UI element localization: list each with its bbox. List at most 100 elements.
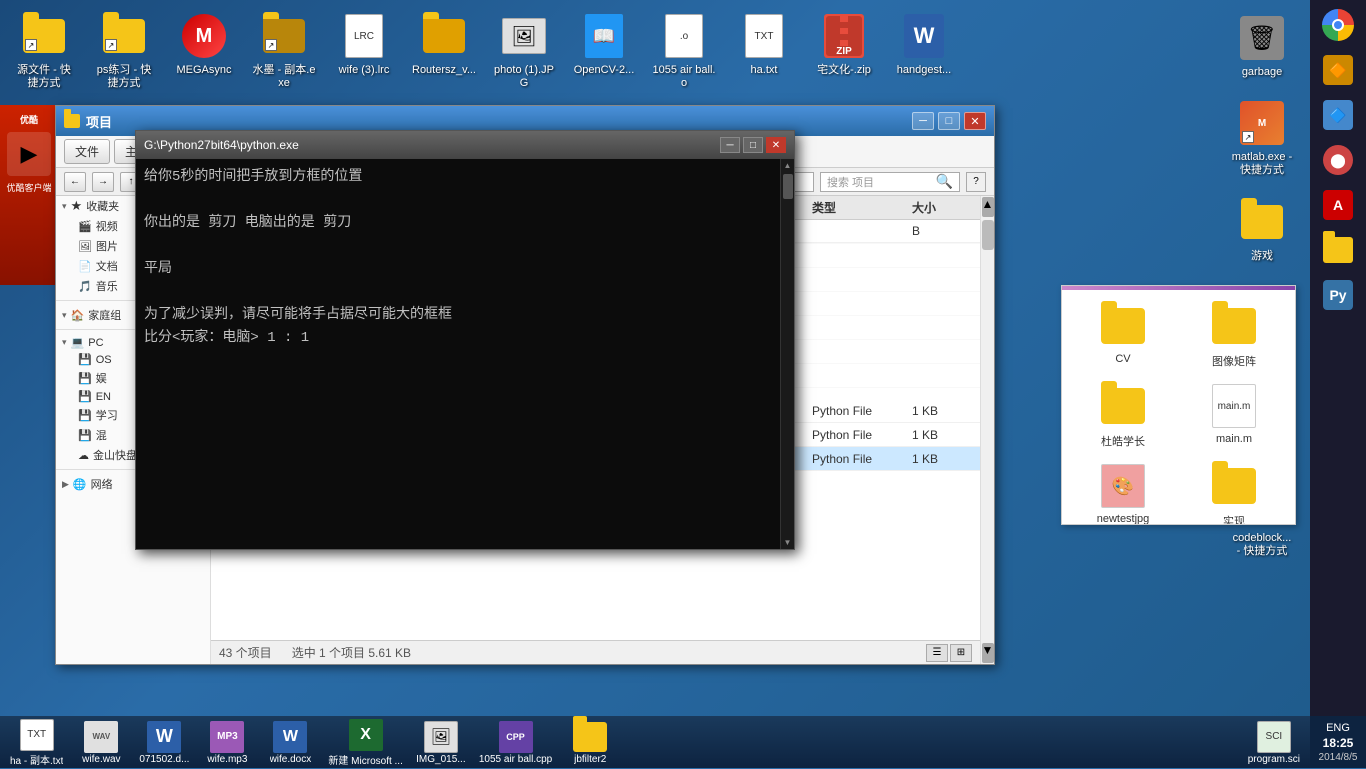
toolbar-file-btn[interactable]: 文件 (64, 139, 110, 164)
right-panel: CV 图像矩阵 杜皓学长 main.m main.m (1061, 285, 1296, 525)
window-controls: ─ □ ✕ (912, 112, 986, 130)
search-box[interactable]: 搜索 项目 🔍 (820, 172, 960, 192)
photo-icon: 🖼 (502, 18, 546, 54)
taskbar-item-program-sci[interactable]: SCI program.sci (1243, 718, 1305, 767)
side-icon-python[interactable]: Py (1318, 275, 1358, 315)
desktop-icon-matlab[interactable]: M ↗ matlab.exe - 快捷方式 (1226, 95, 1298, 181)
console-body: 给你5秒的时间把手放到方框的位置 你出的是 剪刀 电脑出的是 剪刀 平局 为了减… (136, 159, 780, 549)
desktop-icon-garbage[interactable]: 🗑 garbage (1226, 10, 1298, 83)
taskbar-item-jbfilter2[interactable]: jbfilter2 (560, 718, 620, 767)
pictures-icon: 🖼 (78, 240, 92, 253)
taskbar-item-wife-wav[interactable]: WAV wife.wav (71, 718, 131, 767)
tray-lang: ENG (1326, 722, 1350, 734)
minimize-button[interactable]: ─ (912, 112, 934, 130)
search-icon[interactable]: 🔍 (936, 173, 953, 190)
desktop-icon-handgest[interactable]: W handgest... (888, 8, 960, 81)
desktop-icon-home-culture[interactable]: ZIP 宅文化-.zip (808, 8, 880, 81)
side-icon-3[interactable]: 🔷 (1318, 95, 1358, 135)
side-icon-4[interactable]: ⬤ (1318, 140, 1358, 180)
col-size[interactable]: 大小 (912, 199, 972, 216)
desktop-icon-ha-txt[interactable]: TXT ha.txt (728, 8, 800, 81)
disk-icon-2: 💾 (78, 372, 92, 385)
desktop-icon-ps-practice[interactable]: ↗ ps练习 - 快 捷方式 (88, 8, 160, 94)
help-button[interactable]: ? (966, 172, 986, 192)
tray-time: 18:25 (1323, 736, 1354, 750)
routersz-folder-icon (423, 19, 465, 53)
favorites-label: 收藏夹 (86, 198, 119, 214)
panel-item-main-m[interactable]: main.m main.m (1181, 378, 1287, 453)
maximize-button[interactable]: □ (938, 112, 960, 130)
youku-client-label: 优酷客户端 (4, 179, 53, 196)
disk-icon-4: 💾 (78, 409, 92, 422)
scroll-down[interactable]: ▼ (781, 536, 794, 549)
expand-icon-2: ▾ (62, 310, 67, 321)
taskbar-item-wife-mp3[interactable]: MP3 wife.mp3 (197, 718, 257, 767)
taskbar-item-new-ms[interactable]: X 新建 Microsoft ... (323, 716, 407, 769)
scroll-up-arrow[interactable]: ▲ (982, 197, 994, 217)
panel-item-cv[interactable]: CV (1070, 298, 1176, 373)
taskbar-item-airball-cpp[interactable]: CPP 1055 air ball.cpp (474, 718, 557, 767)
console-line-5: 平局 (144, 259, 772, 280)
lrc-file-icon: LRC (345, 14, 383, 58)
taskbar-item-071502[interactable]: W 071502.d... (134, 718, 194, 767)
console-line-4 (144, 236, 772, 257)
desktop-icon-routersz[interactable]: Routersz_v... (408, 8, 480, 81)
obj-file-icon: .o (665, 14, 703, 58)
file-size-sobel: 1 KB (912, 428, 972, 442)
console-minimize-btn[interactable]: ─ (720, 137, 740, 153)
disk-icon-3: 💾 (78, 390, 92, 403)
homegroup-label: 家庭组 (88, 307, 121, 323)
forward-button[interactable]: → (92, 172, 114, 192)
file-type-merge: Python File (812, 452, 912, 466)
pc-label: PC (88, 337, 103, 349)
panel-item-shixian[interactable]: 实现 (1181, 458, 1287, 525)
panel-item-newtest[interactable]: 🎨 newtestjpg (1070, 458, 1176, 525)
homegroup-icon: 🏠 (71, 309, 85, 322)
col-type[interactable]: 类型 (812, 199, 912, 216)
side-icon-acrobat[interactable]: A (1318, 185, 1358, 225)
desktop-icon-water[interactable]: ↗ 水墨 - 副本.exe (248, 8, 320, 94)
panel-item-image-matrix[interactable]: 图像矩阵 (1181, 298, 1287, 373)
entertainment-label: 娱 (96, 370, 107, 386)
taskbar-item-img015[interactable]: 🖼 IMG_015... (411, 718, 471, 767)
tray-date: 2014/8/5 (1319, 752, 1358, 763)
desktop-icon-airball[interactable]: .o 1055 air ball.o (648, 8, 720, 94)
console-maximize-btn[interactable]: □ (743, 137, 763, 153)
favorites-icon: ★ (71, 198, 83, 214)
side-icon-2[interactable]: 🔶 (1318, 50, 1358, 90)
side-icon-folder[interactable] (1318, 230, 1358, 270)
desktop-icon-game[interactable]: 游戏 (1226, 194, 1298, 267)
taskbar-item-ha[interactable]: TXT ha - 副本.txt (5, 716, 68, 769)
os-label: OS (96, 354, 112, 366)
chrome-icon (1322, 9, 1354, 41)
view-grid-btn[interactable]: ⊞ (950, 644, 972, 662)
video-icon: 🎬 (78, 220, 92, 233)
console-scrollbar[interactable]: ▲ ▼ (780, 159, 794, 549)
desktop-icon-megasync[interactable]: M MEGAsync (168, 8, 240, 81)
view-list-btn[interactable]: ☰ (926, 644, 948, 662)
close-button[interactable]: ✕ (964, 112, 986, 130)
scroll-down-arrow[interactable]: ▼ (982, 643, 994, 663)
desktop-icon-opencv[interactable]: 📖 OpenCV-2... (568, 8, 640, 81)
youku-logo-area[interactable]: ▶ (7, 132, 51, 176)
side-icon-chrome[interactable] (1318, 5, 1358, 45)
video-label: 视频 (96, 218, 118, 234)
desktop-icon-wife-lrc[interactable]: LRC wife (3).lrc (328, 8, 400, 81)
console-line-7: 为了减少误判，请尽可能将手占据尽可能大的框框 (144, 305, 772, 326)
zip-file-icon: ZIP (824, 14, 864, 58)
en-label: EN (96, 391, 111, 403)
desktop-icon-photo[interactable]: 🖼 photo (1).JPG (488, 8, 560, 94)
back-button[interactable]: ← (64, 172, 86, 192)
desktop-icon-source-files[interactable]: ↗ 源文件 - 快 捷方式 (8, 8, 80, 94)
scroll-thumb[interactable] (982, 220, 994, 250)
console-close-btn[interactable]: ✕ (766, 137, 786, 153)
scroll-thumb-console[interactable] (783, 174, 793, 199)
duhao-folder-icon (1101, 388, 1145, 424)
right-scrollbar[interactable]: ▲ ▼ (980, 196, 994, 664)
panel-item-duhaoxuechang[interactable]: 杜皓学长 (1070, 378, 1176, 453)
scroll-up[interactable]: ▲ (781, 159, 794, 172)
window-folder-icon (64, 114, 80, 128)
taskbar-item-wife-docx[interactable]: W wife.docx (260, 718, 320, 767)
jinshan-label: 金山快盘 (93, 447, 137, 463)
pictures-label: 图片 (96, 238, 118, 254)
